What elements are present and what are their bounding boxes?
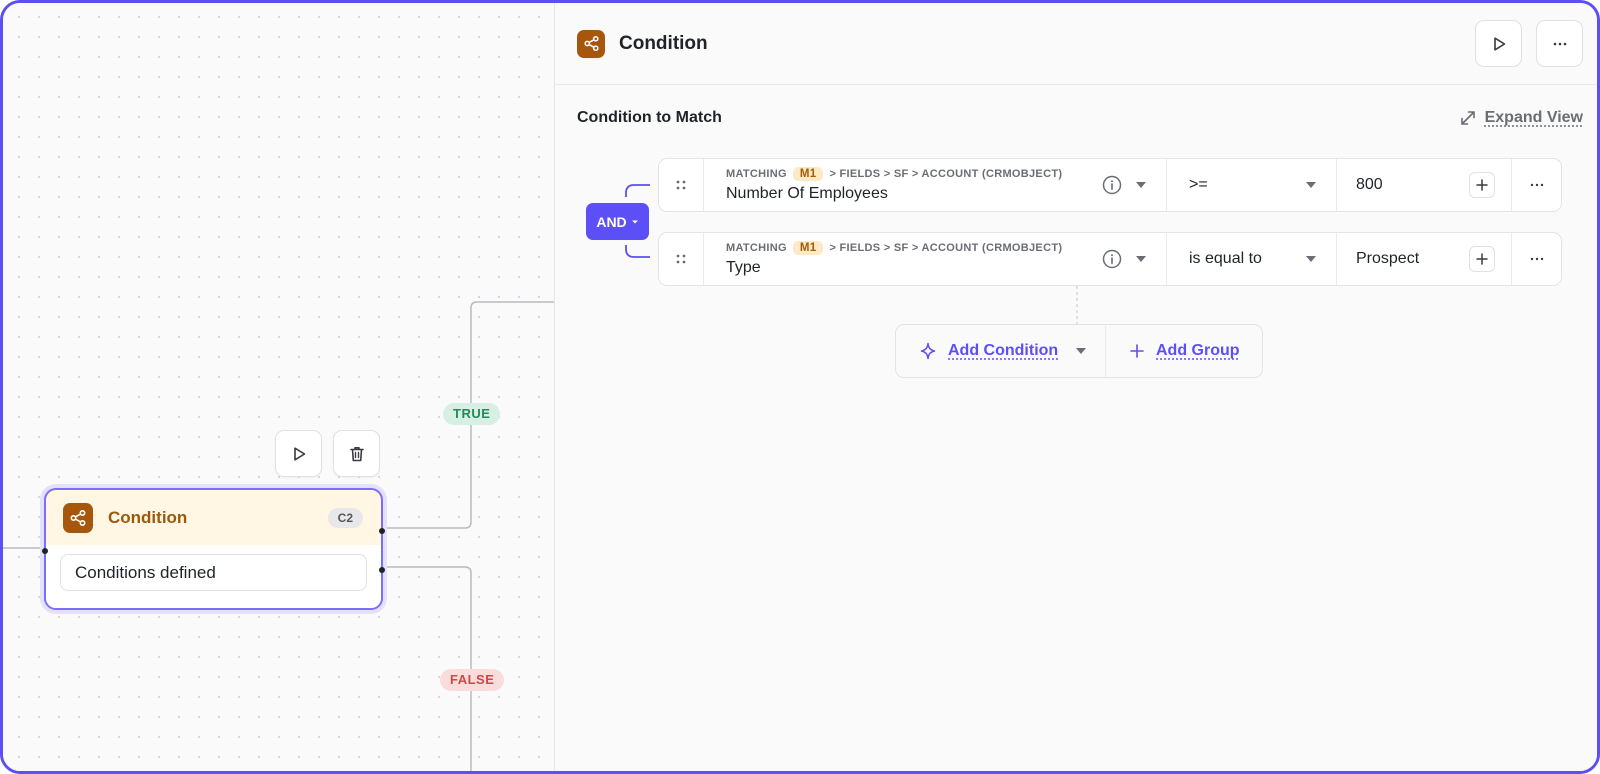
run-button[interactable] (1475, 20, 1522, 67)
input-port[interactable] (42, 548, 48, 554)
add-value-button[interactable] (1469, 172, 1495, 198)
trash-icon (349, 446, 364, 461)
workflow-canvas[interactable]: TRUE FALSE Condition C2 Conditions defin… (3, 3, 555, 771)
row-more-button[interactable] (1512, 233, 1561, 285)
value-input[interactable]: 800 (1337, 159, 1512, 211)
plus-icon (1130, 344, 1144, 358)
section-title: Condition to Match (577, 109, 722, 126)
field-name: Number Of Employees (726, 185, 888, 202)
add-connector-line (1076, 286, 1078, 324)
chevron-down-icon[interactable] (1136, 182, 1146, 188)
add-actions: Add Condition Add Group (895, 324, 1263, 378)
false-output-port[interactable] (379, 567, 385, 573)
add-condition-label: Add Condition (948, 342, 1059, 359)
expand-view-button[interactable]: Expand View (1459, 109, 1583, 127)
panel-title: Condition (619, 32, 708, 54)
condition-node[interactable]: Condition C2 Conditions defined (42, 488, 385, 610)
drag-handle-icon (676, 180, 686, 190)
section-header: Condition to Match Expand View (555, 85, 1597, 151)
chevron-down-icon[interactable] (1076, 348, 1087, 354)
chevron-down-icon (1306, 182, 1316, 188)
path-trail: > FIELDS > SF > ACCOUNT (CRMOBJECT) (829, 168, 1063, 180)
value-text: Prospect (1356, 250, 1420, 267)
node-id-badge: C2 (327, 508, 363, 528)
info-icon[interactable] (1102, 249, 1122, 269)
expand-icon (1460, 111, 1475, 125)
delete-node-button[interactable] (333, 430, 380, 477)
true-output-port[interactable] (379, 528, 385, 534)
value-text: 800 (1356, 176, 1383, 193)
field-text: MATCHING M1 > FIELDS > SF > ACCOUNT (CRM… (726, 167, 1102, 203)
operator-dropdown[interactable]: >= (1167, 159, 1337, 211)
sparkle-icon (920, 342, 936, 360)
condition-node-title: Condition (108, 508, 188, 527)
add-value-button[interactable] (1469, 246, 1495, 272)
run-node-button[interactable] (275, 430, 322, 477)
matching-badge: M1 (792, 167, 824, 181)
field-path: MATCHING M1 > FIELDS > SF > ACCOUNT (CRM… (726, 241, 1102, 255)
condition-node-header: Condition C2 (46, 490, 381, 546)
row-more-button[interactable] (1512, 159, 1561, 211)
drag-handle[interactable] (659, 233, 704, 285)
add-group-label: Add Group (1156, 342, 1240, 359)
plus-icon (1476, 253, 1488, 265)
condition-row: MATCHING M1 > FIELDS > SF > ACCOUNT (CRM… (658, 232, 1562, 286)
operator-value: is equal to (1189, 250, 1262, 267)
condition-icon (577, 29, 605, 58)
field-actions (1102, 249, 1146, 269)
condition-icon (63, 503, 93, 533)
panel-header: Condition (555, 3, 1597, 85)
false-edge-label: FALSE (440, 669, 505, 691)
chevron-down-icon[interactable] (1136, 256, 1146, 262)
group-operator-dropdown[interactable]: AND (586, 203, 649, 240)
condition-row: MATCHING M1 > FIELDS > SF > ACCOUNT (CRM… (658, 158, 1562, 212)
info-icon[interactable] (1102, 175, 1122, 195)
matching-badge: M1 (792, 241, 824, 255)
path-trail: > FIELDS > SF > ACCOUNT (CRMOBJECT) (829, 242, 1063, 254)
connector-lines (3, 301, 555, 771)
field-path: MATCHING M1 > FIELDS > SF > ACCOUNT (CRM… (726, 167, 1102, 181)
path-prefix: MATCHING (726, 168, 787, 180)
chevron-down-icon (1306, 256, 1316, 262)
play-icon (1493, 36, 1505, 51)
operator-dropdown[interactable]: is equal to (1167, 233, 1337, 285)
path-prefix: MATCHING (726, 242, 787, 254)
value-input[interactable]: Prospect (1337, 233, 1512, 285)
more-options-button[interactable] (1536, 20, 1583, 67)
conditions-summary[interactable]: Conditions defined (60, 554, 367, 591)
group-operator-label: AND (596, 213, 627, 230)
node-toolbar (275, 430, 380, 477)
condition-panel: Condition Condition to Match Expand View (554, 3, 1597, 771)
play-icon (293, 446, 305, 461)
app-frame: TRUE FALSE Condition C2 Conditions defin… (0, 0, 1600, 774)
more-icon (1530, 183, 1543, 187)
expand-view-label: Expand View (1484, 109, 1583, 126)
drag-handle-icon (676, 254, 686, 264)
field-name: Type (726, 259, 761, 276)
field-selector[interactable]: MATCHING M1 > FIELDS > SF > ACCOUNT (CRM… (704, 233, 1167, 285)
drag-handle[interactable] (659, 159, 704, 211)
more-icon (1553, 42, 1566, 45)
operator-value: >= (1189, 176, 1208, 193)
condition-node-body: Conditions defined (46, 545, 381, 608)
true-edge-label: TRUE (443, 403, 501, 425)
field-text: MATCHING M1 > FIELDS > SF > ACCOUNT (CRM… (726, 241, 1102, 277)
chevron-down-icon (631, 220, 638, 223)
field-actions (1102, 175, 1146, 195)
add-group-button[interactable]: Add Group (1106, 325, 1262, 377)
more-icon (1530, 257, 1543, 261)
field-selector[interactable]: MATCHING M1 > FIELDS > SF > ACCOUNT (CRM… (704, 159, 1167, 211)
add-condition-button[interactable]: Add Condition (896, 325, 1106, 377)
plus-icon (1476, 179, 1488, 191)
